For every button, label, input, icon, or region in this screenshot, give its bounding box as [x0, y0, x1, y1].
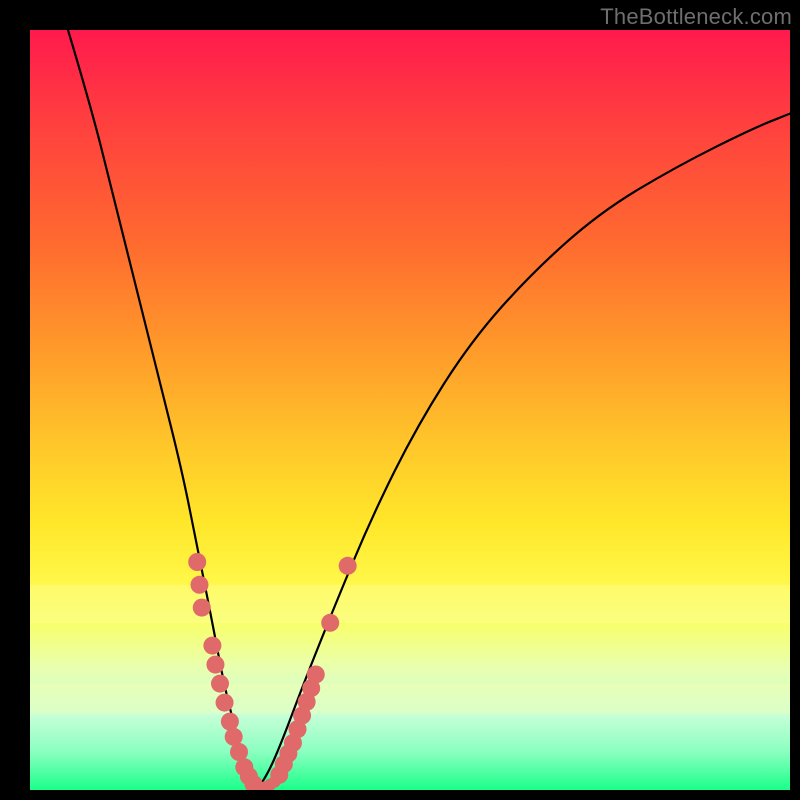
- horizontal-bands: [30, 585, 790, 714]
- dot-right-dots: [307, 665, 325, 683]
- chart-svg: [30, 30, 790, 790]
- dot-left-dots: [203, 637, 221, 655]
- dot-left-dots: [190, 576, 208, 594]
- dot-left-dots: [188, 553, 206, 571]
- dot-left-dots: [211, 675, 229, 693]
- dot-right-dots: [339, 557, 357, 575]
- dot-right-dots: [321, 614, 339, 632]
- dot-left-dots: [221, 713, 239, 731]
- dot-left-dots: [193, 599, 211, 617]
- curve-left-branch: [68, 30, 256, 790]
- dot-left-dots: [206, 656, 224, 674]
- curve-layer: [68, 30, 790, 790]
- dot-left-dots: [216, 694, 234, 712]
- plot-area: [30, 30, 790, 790]
- chart-root: { "watermark": "TheBottleneck.com", "col…: [0, 0, 800, 800]
- watermark-label: TheBottleneck.com: [600, 4, 792, 30]
